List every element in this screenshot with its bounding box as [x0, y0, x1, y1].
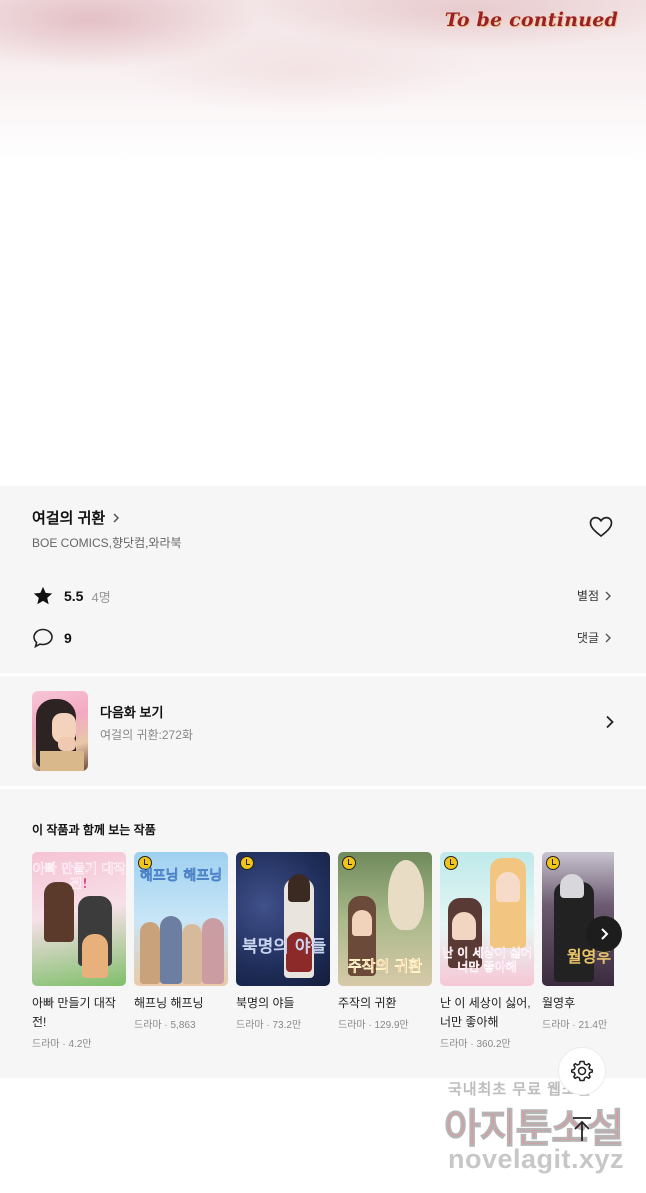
watermark-url: novelagit.xyz — [448, 1144, 625, 1174]
clock-icon — [546, 856, 560, 870]
divider — [0, 786, 646, 789]
comic-viewer: To be continued — [0, 0, 646, 486]
recommendation-meta: 드라마 · 5,863 — [134, 1020, 196, 1031]
recommendation-meta: 드라마 · 73.2만 — [236, 1020, 302, 1031]
cover-title: 주작의 귀환 — [347, 957, 423, 975]
star-icon — [33, 586, 53, 605]
next-episode-label: 다음화 보기 — [100, 705, 164, 720]
recommendation-name: 난 이 세상이 싫어, 너만 좋아해 — [440, 996, 531, 1029]
comment-summary: 9 — [32, 627, 72, 649]
recommendation-cover: 아빠 만들기 대작전! — [32, 852, 126, 986]
recommendation-meta: 드라마 · 21.4만 — [542, 1020, 608, 1031]
heart-icon[interactable] — [589, 516, 613, 538]
comment-link[interactable]: 댓글 — [577, 629, 614, 646]
settings-button[interactable] — [558, 1047, 606, 1095]
series-title-link[interactable]: 여걸의 귀환 — [32, 507, 123, 528]
recommendation-name: 주작의 귀환 — [338, 996, 397, 1010]
site-watermark: 국내최초 무료 웹소설 아지툰소설 novelagit.xyz — [444, 1078, 640, 1178]
chevron-right-icon — [113, 512, 120, 523]
recommendation-name: 해프닝 해프닝 — [134, 996, 204, 1010]
next-episode-card[interactable]: 다음화 보기 여걸의 귀환:272화 — [0, 676, 646, 786]
arrow-up-icon[interactable] — [570, 1116, 594, 1142]
chevron-right-icon — [605, 633, 611, 642]
cover-title: 북명의 야들 — [242, 937, 327, 957]
rating-link-label: 별점 — [576, 589, 599, 603]
clock-icon — [342, 856, 356, 870]
series-authors: BOE COMICS,향닷컴,와라북 — [32, 536, 182, 550]
episode-info-panel: 여걸의 귀환 BOE COMICS,향닷컴,와라북 5.5 4명 별점 9 댓글 — [0, 486, 646, 1078]
recommendation-meta: 드라마 · 360.2만 — [440, 1039, 511, 1050]
comment-icon — [33, 628, 53, 649]
recommendations-title: 이 작품과 함께 보는 작품 — [32, 823, 156, 837]
gear-icon — [570, 1060, 594, 1082]
recommendation-meta: 드라마 · 4.2만 — [32, 1039, 92, 1050]
comment-count: 9 — [64, 630, 72, 646]
recommendation-cover: 해프닝 해프닝 — [134, 852, 228, 986]
series-title: 여걸의 귀환 — [32, 510, 106, 527]
rating-summary: 5.5 4명 — [32, 585, 111, 607]
recommendation-item[interactable]: 아빠 만들기 대작전! 아빠 만들기 대작전! 드라마 · 4.2만 — [32, 852, 126, 1050]
recommendation-cover: 북명의 야들 — [236, 852, 330, 986]
recommendation-item[interactable]: 주작의 귀환 주작의 귀환 드라마 · 129.9만 — [338, 852, 432, 1031]
cover-title: 아빠 만들기 대작전! — [32, 862, 126, 892]
chevron-right-icon — [606, 715, 614, 729]
recommendation-item[interactable]: 해프닝 해프닝 해프닝 해프닝 드라마 · 5,863 — [134, 852, 228, 1031]
recommendations-carousel: 아빠 만들기 대작전! 아빠 만들기 대작전! 드라마 · 4.2만 해프닝 해… — [32, 852, 614, 1062]
next-episode-subtitle: 여걸의 귀환:272화 — [100, 728, 193, 742]
recommendation-cover: 주작의 귀환 — [338, 852, 432, 986]
recommendation-item[interactable]: 북명의 야들 북명의 야들 드라마 · 73.2만 — [236, 852, 330, 1031]
clock-icon — [240, 856, 254, 870]
rating-score: 5.5 — [64, 588, 84, 604]
comment-link-label: 댓글 — [576, 631, 599, 645]
next-episode-thumbnail — [32, 691, 88, 771]
recommendation-item[interactable]: 난 이 세상이 싫어 너만 좋아해 난 이 세상이 싫어, 너만 좋아해 드라마… — [440, 852, 534, 1050]
rating-link[interactable]: 별점 — [577, 587, 614, 604]
recommendation-cover: 난 이 세상이 싫어 너만 좋아해 — [440, 852, 534, 986]
clock-icon — [444, 856, 458, 870]
recommendation-meta: 드라마 · 129.9만 — [338, 1020, 409, 1031]
rating-count: 4명 — [91, 589, 111, 605]
chevron-right-icon — [605, 591, 611, 600]
recommendation-name: 아빠 만들기 대작전! — [32, 996, 116, 1029]
recommendation-name: 월영후 — [542, 996, 576, 1010]
to-be-continued-banner: To be continued — [444, 9, 618, 31]
chevron-right-icon — [601, 928, 609, 940]
recommendation-name: 북명의 야들 — [236, 996, 295, 1010]
carousel-next-button[interactable] — [586, 916, 622, 952]
cover-title: 해프닝 해프닝 — [139, 868, 223, 885]
cover-title: 난 이 세상이 싫어 너만 좋아해 — [442, 946, 532, 974]
